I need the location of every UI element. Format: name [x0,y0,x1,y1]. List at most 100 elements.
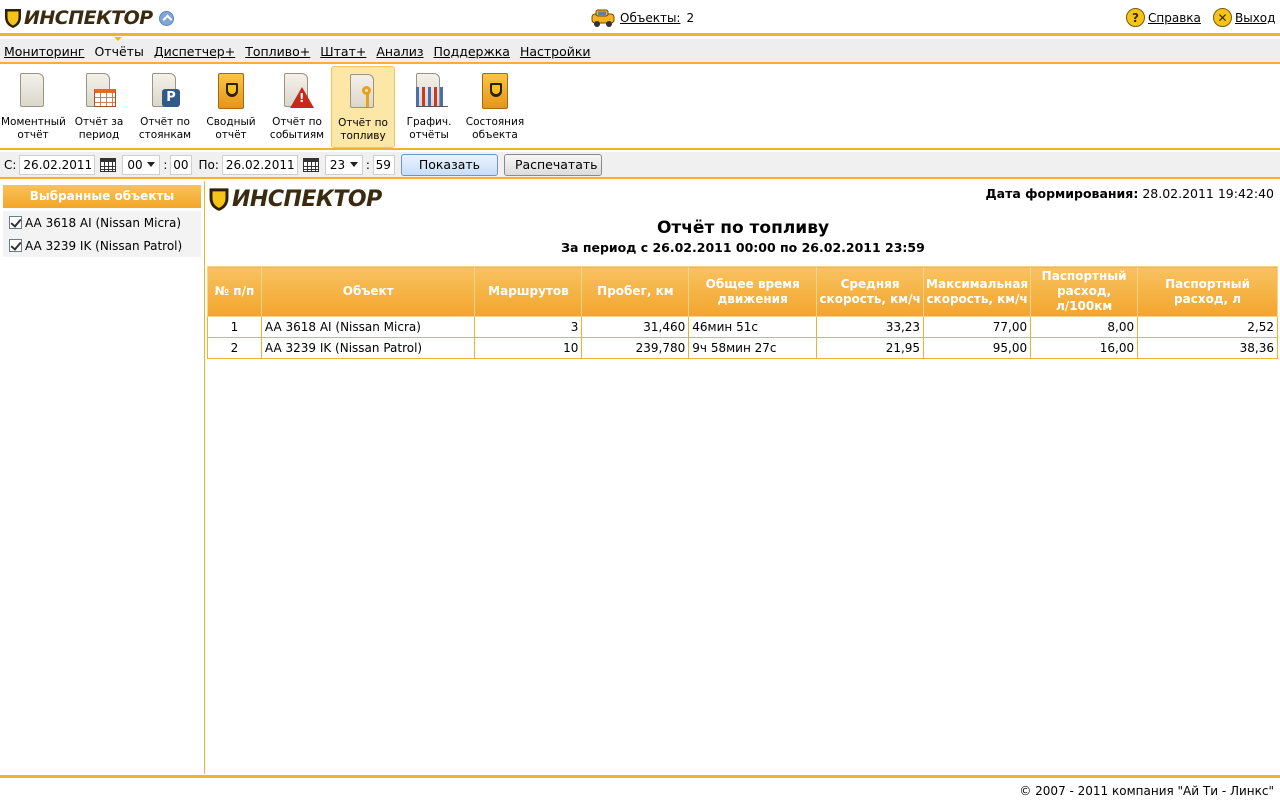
tool-label-line2: отчёт [215,129,247,141]
from-minute-input[interactable]: 00 [170,154,193,175]
reports-toolbar: Моментный отчёт Отчёт за период P Отчёт … [0,66,1280,150]
fuel-keys-icon [346,72,380,114]
to-minute-input[interactable]: 59 [372,154,395,175]
objects-list: AA 3618 AI (Nissan Micra) AA 3239 IK (Ni… [3,211,201,257]
column-header: Общее время движения [688,266,818,317]
report-logo-text: ИНСПЕКТОР [232,186,382,212]
to-calendar-icon[interactable] [302,157,319,172]
tool-label-line1: Отчёт по [140,116,190,128]
show-button[interactable]: Показать [400,153,498,176]
table-cell: 16,00 [1030,337,1139,359]
document-icon [16,71,50,113]
to-hour-select[interactable]: 23 [324,154,363,175]
tool-parking-report[interactable]: P Отчёт по стоянкам [133,66,197,148]
copyright-text: © 2007 - 2011 компания "Ай Ти - Линкс" [1019,784,1274,798]
report-title: Отчёт по топливу [656,218,830,238]
tool-label-line1: Сводный [206,116,256,128]
column-header: Паспортный расход, л/100км [1030,266,1139,317]
menu-item-monitoring[interactable]: Мониторинг [4,44,84,59]
report-logo: ИНСПЕКТОР [208,186,382,212]
help-link[interactable]: Справка [1148,11,1201,25]
menu-item-staff[interactable]: Штат+ [320,44,366,59]
object-label: AA 3618 AI (Nissan Micra) [25,215,182,230]
tool-fuel-report[interactable]: Отчёт по топливу [331,66,395,148]
generation-date-value: 28.02.2011 19:42:40 [1142,186,1274,201]
tool-object-states[interactable]: Состояния объекта [463,66,527,148]
list-item[interactable]: AA 3239 IK (Nissan Patrol) [3,234,201,257]
report-subtitle: За период с 26.02.2011 00:00 по 26.02.20… [561,240,925,255]
menu-item-reports[interactable]: Отчёты [94,37,144,59]
objects-count: 2 [686,11,695,25]
object-checkbox[interactable] [9,216,22,229]
tool-period-report[interactable]: Отчёт за период [67,66,131,148]
parking-document-icon: P [148,71,182,113]
fuel-report-table: № п/п Объект Маршрутов Пробег, км Общее … [207,266,1278,359]
to-hour-value: 23 [329,157,346,172]
chevron-down-icon [349,162,358,167]
footer: © 2007 - 2011 компания "Ай Ти - Линкс" [0,775,1280,800]
tool-label-line2: стоянкам [138,129,192,141]
generation-date: Дата формирования: 28.02.2011 19:42:40 [986,186,1275,201]
tool-label-line2: событиям [269,129,325,141]
tool-label-line1: Моментный [1,116,66,128]
to-label: По: [198,157,219,172]
table-cell: AA 3239 IK (Nissan Patrol) [260,337,476,359]
tool-instant-report[interactable]: Моментный отчёт [1,66,66,148]
from-label: С: [4,157,17,172]
calendar-document-icon [82,71,116,113]
tool-label-line1: Отчёт за [74,116,124,128]
to-date-input[interactable] [221,154,298,175]
tool-label-line1: Графич. [406,116,452,128]
menu-item-fuel[interactable]: Топливо+ [245,44,310,59]
app-logo[interactable]: ИНСПЕКТОР [4,6,174,30]
tool-label-line2: отчёт [17,129,49,141]
tool-events-report[interactable]: Отчёт по событиям [265,66,329,148]
list-item[interactable]: AA 3618 AI (Nissan Micra) [3,211,201,234]
menu-item-analysis[interactable]: Анализ [376,44,423,59]
table-cell: 2,52 [1137,316,1278,338]
tool-label-line1: Отчёт по [338,117,388,129]
table-cell: 2 [207,337,262,359]
table-cell: 33,23 [816,316,925,338]
tool-label-line2: объекта [472,129,518,141]
table-cell: 38,36 [1137,337,1278,359]
summary-folder-icon [214,71,248,113]
tool-label-line1: Отчёт по [272,116,322,128]
tool-graphic-reports[interactable]: Графич. отчёты [397,66,461,148]
selected-objects-title: Выбранные объекты [3,185,201,208]
top-bar: ИНСПЕКТОР Объекты: 2 ? Справка ✕ Выход [0,0,1280,36]
table-cell: 95,00 [923,337,1032,359]
help-block[interactable]: ? Справка [1126,8,1201,27]
table-row: 2 AA 3239 IK (Nissan Patrol) 10 239,780 … [207,337,1278,359]
print-button[interactable]: Распечатать [503,153,602,176]
menu-item-dispatcher[interactable]: Диспетчер+ [154,44,235,59]
objects-link[interactable]: Объекты: [620,11,680,25]
object-checkbox[interactable] [9,239,22,252]
column-header: Пробег, км [581,266,690,317]
from-date-input[interactable] [19,154,96,175]
table-cell: 9ч 58мин 27с [688,337,818,359]
table-header-row: № п/п Объект Маршрутов Пробег, км Общее … [207,266,1278,317]
exit-icon[interactable]: ✕ [1213,8,1232,27]
car-icon [591,9,615,27]
table-cell: 21,95 [816,337,925,359]
menu-item-support[interactable]: Поддержка [434,44,510,59]
tool-label-line2: отчёты [409,129,449,141]
date-filter: С: 00 : 00 По: 23 : 59 Показать Распечат… [0,152,1280,179]
state-folder-icon [478,71,512,113]
tool-summary-report[interactable]: Сводный отчёт [199,66,263,148]
shield-logo-icon [209,188,229,211]
from-hour-select[interactable]: 00 [122,154,161,175]
table-row: 1 AA 3618 AI (Nissan Micra) 3 31,460 46м… [207,316,1278,338]
exit-block[interactable]: ✕ Выход [1213,8,1275,27]
menu-item-settings[interactable]: Настройки [520,44,591,59]
column-header: Максимальная скорость, км/ч [923,266,1032,317]
from-calendar-icon[interactable] [100,157,117,172]
collapse-up-icon[interactable] [158,10,174,26]
exit-link[interactable]: Выход [1235,11,1275,25]
shield-logo-icon [5,9,21,28]
graph-document-icon [412,71,448,113]
help-icon[interactable]: ? [1126,8,1145,27]
selected-objects-panel: Выбранные объекты AA 3618 AI (Nissan Mic… [0,181,205,774]
main-menu: Мониторинг Отчёты Диспетчер+ Топливо+ Шт… [0,37,1280,64]
